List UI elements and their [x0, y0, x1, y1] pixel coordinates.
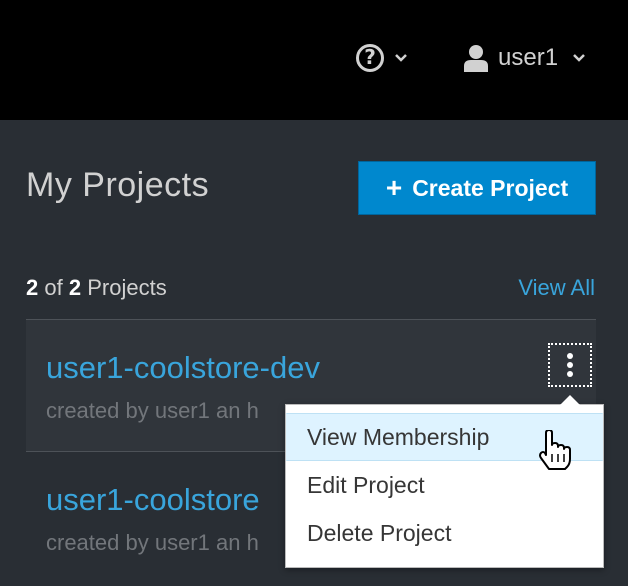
question-circle-icon: ? — [356, 44, 384, 72]
view-all-link[interactable]: View All — [518, 275, 595, 301]
plus-icon: + — [385, 172, 403, 203]
kebab-dot — [567, 371, 573, 377]
project-meta: created by user1 an h — [46, 530, 259, 555]
project-meta: created by user1 an h — [46, 398, 259, 423]
hand-pointer-icon — [539, 430, 571, 470]
user-name: user1 — [498, 44, 559, 71]
menu-arrow — [560, 395, 580, 405]
project-name-link[interactable]: user1-coolstore — [46, 482, 260, 518]
page-title: My Projects — [26, 166, 210, 204]
project-count: 2 of 2 Projects — [26, 275, 167, 301]
create-project-label: Create Project — [412, 174, 569, 201]
project-count-of: of — [44, 275, 63, 300]
project-actions-kebab-button[interactable] — [548, 343, 592, 387]
create-project-button[interactable]: + Create Project — [358, 161, 596, 215]
chevron-down-icon — [395, 54, 407, 62]
menu-item-delete-project[interactable]: Delete Project — [286, 509, 603, 557]
project-actions-menu: View Membership Edit Project Delete Proj… — [285, 395, 604, 568]
project-count-shown: 2 — [26, 275, 39, 300]
user-icon — [464, 45, 488, 72]
user-menu-button[interactable]: user1 — [464, 40, 586, 76]
project-name-link[interactable]: user1-coolstore-dev — [46, 350, 320, 386]
masthead: ? user1 — [0, 0, 628, 120]
kebab-dot — [567, 362, 573, 368]
help-menu-button[interactable]: ? — [356, 40, 408, 76]
kebab-dot — [567, 353, 573, 359]
project-count-suffix: Projects — [87, 275, 167, 300]
chevron-down-icon — [573, 54, 585, 62]
project-count-total: 2 — [68, 275, 82, 300]
